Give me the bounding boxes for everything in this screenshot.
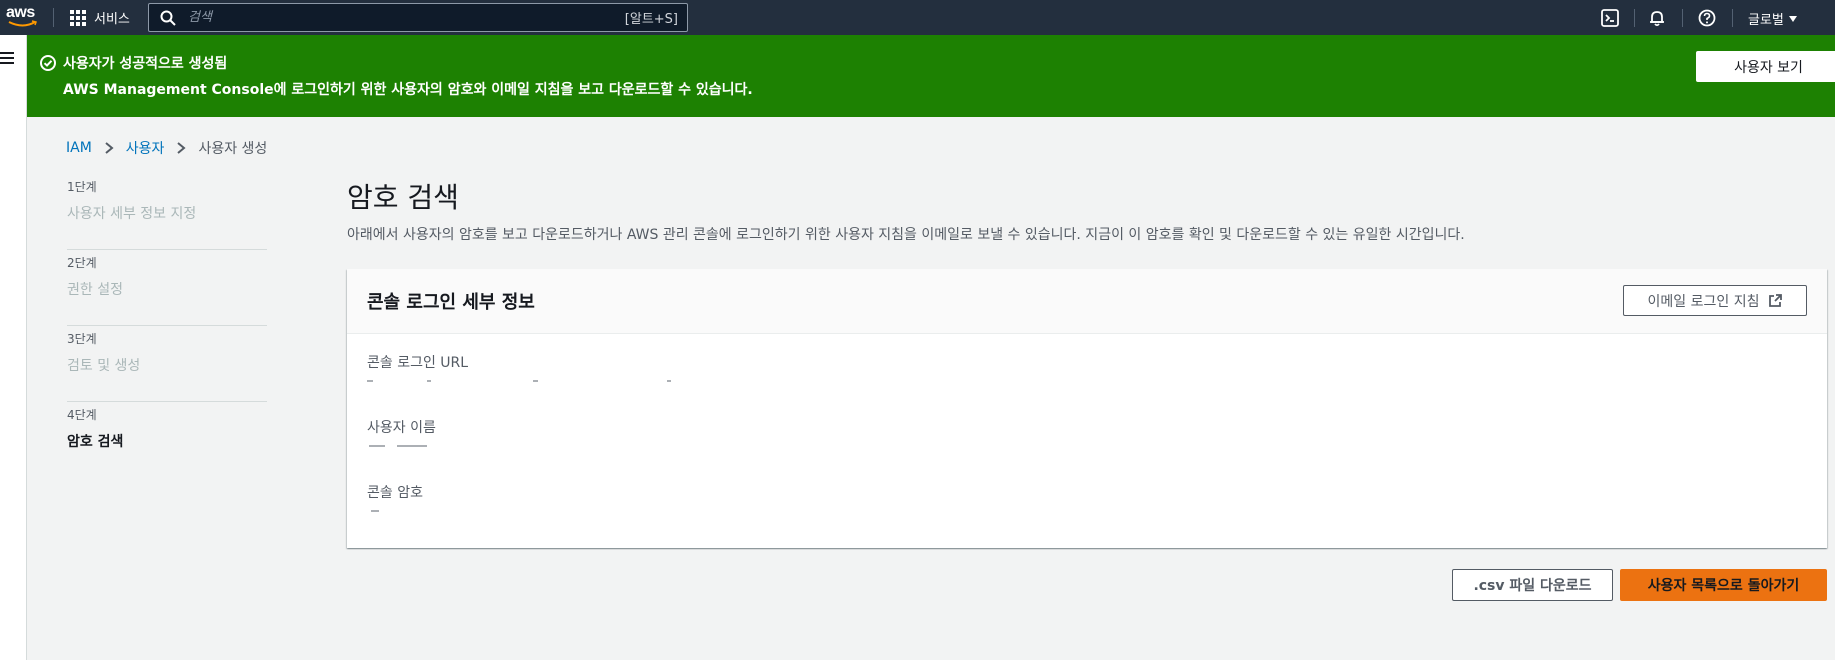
success-check-icon (40, 55, 56, 71)
grid-icon (70, 9, 86, 26)
wizard-step-4: 4단계 암호 검색 (67, 406, 267, 481)
success-flash-banner: 사용자가 성공적으로 생성됨 AWS Management Console에 로… (27, 35, 1835, 117)
username-field: 사용자 이름 (367, 417, 437, 451)
aws-logo[interactable]: aws (6, 5, 40, 29)
notifications-bell-icon[interactable] (1648, 9, 1666, 27)
chevron-right-icon (177, 142, 186, 154)
return-to-users-button[interactable]: 사용자 목록으로 돌아가기 (1620, 569, 1827, 601)
email-signin-instructions-button[interactable]: 이메일 로그인 지침 (1623, 285, 1807, 316)
page-title: 암호 검색 (347, 181, 459, 214)
wizard-step-2: 2단계 권한 설정 (67, 254, 267, 329)
view-user-button[interactable]: 사용자 보기 (1696, 51, 1835, 82)
nav-separator (1732, 9, 1733, 27)
nav-divider (53, 8, 54, 27)
breadcrumb-users-link[interactable]: 사용자 (126, 138, 165, 158)
region-label: 글로벌 (1748, 13, 1784, 28)
help-icon[interactable] (1698, 9, 1716, 27)
breadcrumb-iam-link[interactable]: IAM (66, 140, 92, 156)
step-name: 사용자 세부 정보 지정 (67, 206, 197, 222)
step-name: 권한 설정 (67, 282, 123, 298)
email-button-label: 이메일 로그인 지침 (1647, 293, 1760, 310)
step-number: 2단계 (67, 256, 97, 270)
chevron-right-icon (105, 142, 114, 154)
caret-down-icon (1788, 15, 1797, 22)
console-password-field: 콘솔 암호 (367, 482, 423, 516)
search-icon (160, 10, 176, 26)
search-shortcut-hint: [알트+S] (624, 12, 678, 27)
step-name: 검토 및 생성 (67, 358, 141, 374)
step-divider (67, 249, 267, 250)
panel-title: 콘솔 로그인 세부 정보 (367, 292, 535, 313)
top-navigation: aws 서비스 [알트+S] 글로벌 (0, 0, 1835, 35)
wizard-steps: 1단계 사용자 세부 정보 지정 2단계 권한 설정 3단계 검토 및 생성 4… (67, 178, 267, 481)
step-number: 3단계 (67, 332, 97, 346)
wizard-step-1: 1단계 사용자 세부 정보 지정 (67, 178, 267, 253)
cloudshell-icon[interactable] (1601, 9, 1619, 27)
console-signin-url-field: 콘솔 로그인 URL (367, 352, 687, 386)
services-label: 서비스 (94, 12, 130, 27)
region-selector[interactable]: 글로벌 (1748, 9, 1797, 28)
nav-separator (1682, 9, 1683, 27)
step-name: 암호 검색 (67, 434, 124, 450)
hamburger-menu-icon[interactable] (0, 52, 14, 64)
redacted-value (367, 380, 687, 386)
console-signin-details-panel: 콘솔 로그인 세부 정보 이메일 로그인 지침 콘솔 로그인 URL 사용자 이… (347, 269, 1827, 548)
panel-header: 콘솔 로그인 세부 정보 이메일 로그인 지침 (347, 269, 1827, 334)
step-number: 1단계 (67, 180, 97, 194)
aws-logo-text: aws (6, 4, 35, 21)
field-label: 콘솔 암호 (367, 485, 423, 501)
search-bar[interactable]: [알트+S] (148, 3, 688, 32)
flash-message: AWS Management Console에 로그인하기 위한 사용자의 암호… (63, 82, 753, 98)
services-menu-button[interactable]: 서비스 (70, 8, 130, 27)
nav-separator (1634, 9, 1635, 27)
redacted-value (367, 445, 437, 451)
breadcrumb: IAM 사용자 사용자 생성 (66, 138, 267, 158)
page-description: 아래에서 사용자의 암호를 보고 다운로드하거나 AWS 관리 콘솔에 로그인하… (347, 227, 1465, 243)
breadcrumb-current: 사용자 생성 (198, 141, 268, 157)
external-link-icon (1769, 293, 1783, 307)
aws-smile-icon (8, 20, 37, 27)
field-label: 콘솔 로그인 URL (367, 355, 469, 371)
wizard-step-3: 3단계 검토 및 생성 (67, 330, 267, 405)
side-navigation-rail (0, 35, 27, 660)
step-divider (67, 325, 267, 326)
flash-title: 사용자가 성공적으로 생성됨 (63, 56, 228, 72)
search-input[interactable] (188, 10, 625, 25)
download-csv-button[interactable]: .csv 파일 다운로드 (1452, 569, 1613, 601)
step-divider (67, 401, 267, 402)
redacted-value (367, 510, 387, 516)
field-label: 사용자 이름 (367, 420, 436, 436)
step-number: 4단계 (67, 408, 97, 422)
